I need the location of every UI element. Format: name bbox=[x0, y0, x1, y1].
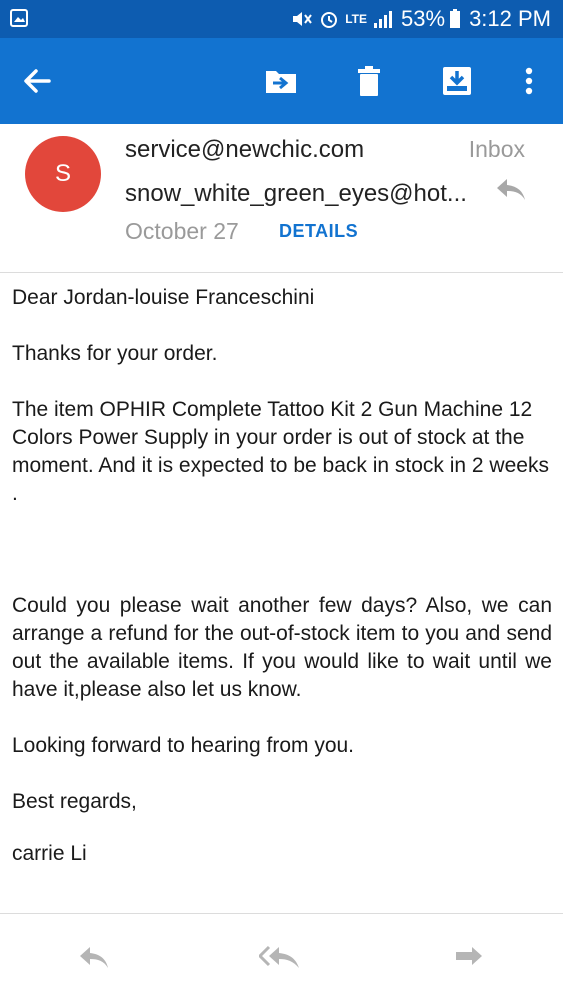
reply-icon bbox=[497, 179, 525, 200]
battery-icon bbox=[450, 9, 461, 28]
status-icons: LTE bbox=[291, 9, 393, 29]
gallery-notification-icon bbox=[10, 9, 28, 27]
status-right-group: LTE 53% 3:12 PM bbox=[291, 0, 551, 38]
header-divider bbox=[0, 272, 563, 273]
battery-group: 53% bbox=[401, 6, 461, 32]
folder-label: Inbox bbox=[468, 136, 525, 162]
recipient-address[interactable]: snow_white_green_eyes@hot... bbox=[125, 180, 470, 208]
header-reply-button[interactable] bbox=[495, 176, 527, 204]
forward-icon bbox=[456, 947, 482, 965]
more-vert-icon bbox=[525, 67, 533, 95]
sender-avatar[interactable]: S bbox=[25, 136, 101, 212]
reply-all-icon bbox=[259, 945, 299, 968]
status-bar: LTE 53% 3:12 PM bbox=[0, 0, 563, 38]
reply-all-button[interactable] bbox=[258, 938, 302, 978]
signature: carrie Li bbox=[12, 842, 87, 865]
request-paragraph: Could you please wait another few days? … bbox=[12, 594, 552, 701]
more-options-button[interactable] bbox=[508, 60, 550, 102]
avatar-letter: S bbox=[54, 160, 71, 187]
delete-icon bbox=[358, 66, 380, 96]
footer-divider bbox=[0, 913, 563, 914]
thanks-line: Thanks for your order. bbox=[12, 342, 218, 365]
email-date: October 27 bbox=[125, 218, 239, 244]
clock: 3:12 PM bbox=[469, 6, 551, 31]
details-link[interactable]: DETAILS bbox=[279, 221, 358, 242]
app-toolbar bbox=[0, 38, 563, 124]
mute-icon bbox=[293, 12, 313, 26]
battery-percent: 53% bbox=[401, 6, 446, 31]
closing-line: Looking forward to hearing from you. bbox=[12, 734, 355, 757]
archive-icon bbox=[443, 67, 471, 95]
forward-button[interactable] bbox=[446, 938, 490, 978]
move-to-folder-button[interactable] bbox=[260, 60, 302, 102]
delete-button[interactable] bbox=[348, 60, 390, 102]
reply-button[interactable] bbox=[72, 938, 116, 978]
back-arrow-icon bbox=[24, 69, 51, 93]
email-header: S service@newchic.com Inbox snow_white_g… bbox=[0, 124, 563, 272]
reply-icon bbox=[80, 947, 108, 968]
signal-icon bbox=[374, 11, 393, 28]
alarm-icon bbox=[321, 12, 338, 28]
regards-line: Best regards, bbox=[12, 790, 137, 813]
network-type: LTE bbox=[345, 12, 368, 26]
greeting: Dear Jordan-louise Franceschini bbox=[12, 286, 315, 309]
archive-button[interactable] bbox=[436, 60, 478, 102]
back-button[interactable] bbox=[16, 60, 58, 102]
sender-address[interactable]: service@newchic.com bbox=[125, 136, 364, 164]
email-body: Dear Jordan-louise Franceschini Thanks f… bbox=[12, 284, 552, 868]
move-to-folder-icon bbox=[266, 71, 296, 93]
item-paragraph: The item OPHIR Complete Tattoo Kit 2 Gun… bbox=[12, 398, 549, 505]
